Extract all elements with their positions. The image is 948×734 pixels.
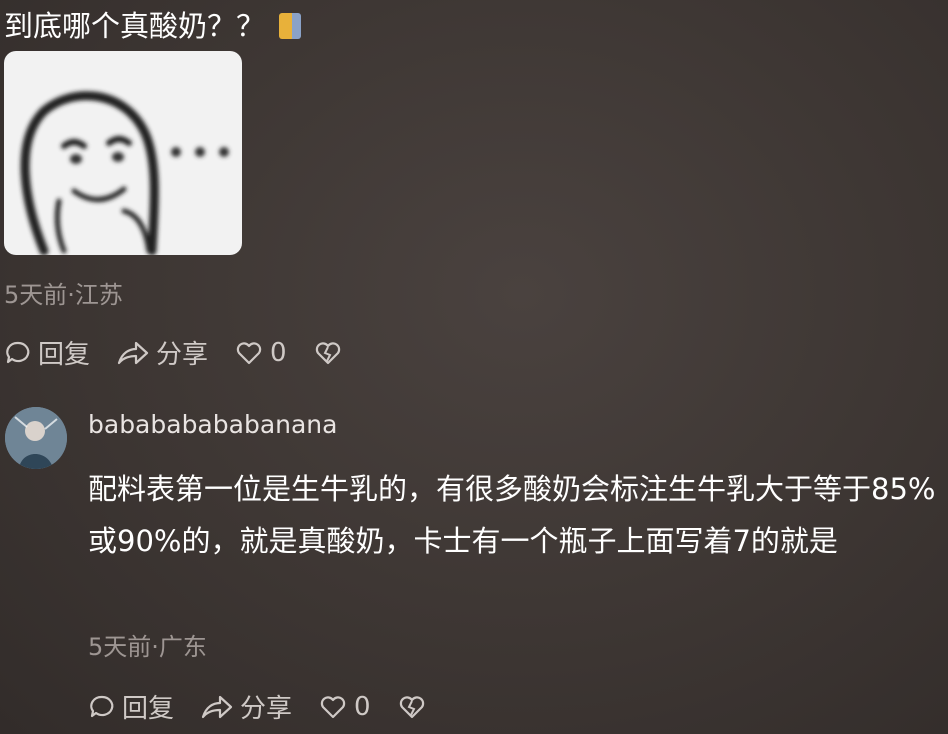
post-text: 到底哪个真酸奶？？ (4, 6, 302, 46)
broken-heart-icon (315, 341, 340, 364)
share-label: 分享 (240, 694, 293, 724)
share-arrow-icon (117, 341, 149, 364)
avatar[interactable] (5, 407, 67, 469)
share-arrow-icon (201, 695, 233, 718)
like-count: 0 (270, 337, 287, 368)
share-button[interactable]: 分享 (116, 334, 208, 371)
reply-button[interactable]: 回复 (88, 688, 174, 725)
like-count: 0 (354, 691, 371, 722)
post-meta: 5天前·江苏 (4, 281, 123, 309)
heart-icon (320, 695, 346, 718)
heart-icon (236, 341, 262, 364)
reply-label: 回复 (122, 694, 175, 724)
cat-emoji-icon (279, 13, 302, 39)
comment-bubble-icon (90, 695, 114, 717)
meme-face-drawing (20, 91, 229, 255)
reply-label: 回复 (38, 340, 91, 370)
post-text-label: 到底哪个真酸奶？？ (4, 9, 266, 43)
reply-button[interactable]: 回复 (4, 334, 90, 371)
comment-actions: 回复 分享 0 (88, 688, 459, 725)
dislike-button[interactable] (397, 693, 433, 721)
like-button[interactable]: 0 (234, 338, 287, 368)
post-actions: 回复 分享 0 (4, 334, 375, 371)
avatar-image (5, 407, 67, 469)
comment-bubble-icon (6, 341, 30, 363)
broken-heart-icon (399, 695, 424, 718)
like-button[interactable]: 0 (318, 692, 371, 722)
comment-text: 配料表第一位是生牛乳的，有很多酸奶会标注生牛乳大于等于85%或90%的，就是真酸… (88, 472, 936, 558)
comment-meta: 5天前·广东 (88, 633, 207, 661)
share-button[interactable]: 分享 (200, 688, 292, 725)
comment-username[interactable]: babababababanana (88, 410, 337, 439)
dislike-button[interactable] (313, 339, 349, 367)
share-label: 分享 (156, 340, 209, 370)
meme-sticker-image[interactable] (4, 51, 242, 255)
